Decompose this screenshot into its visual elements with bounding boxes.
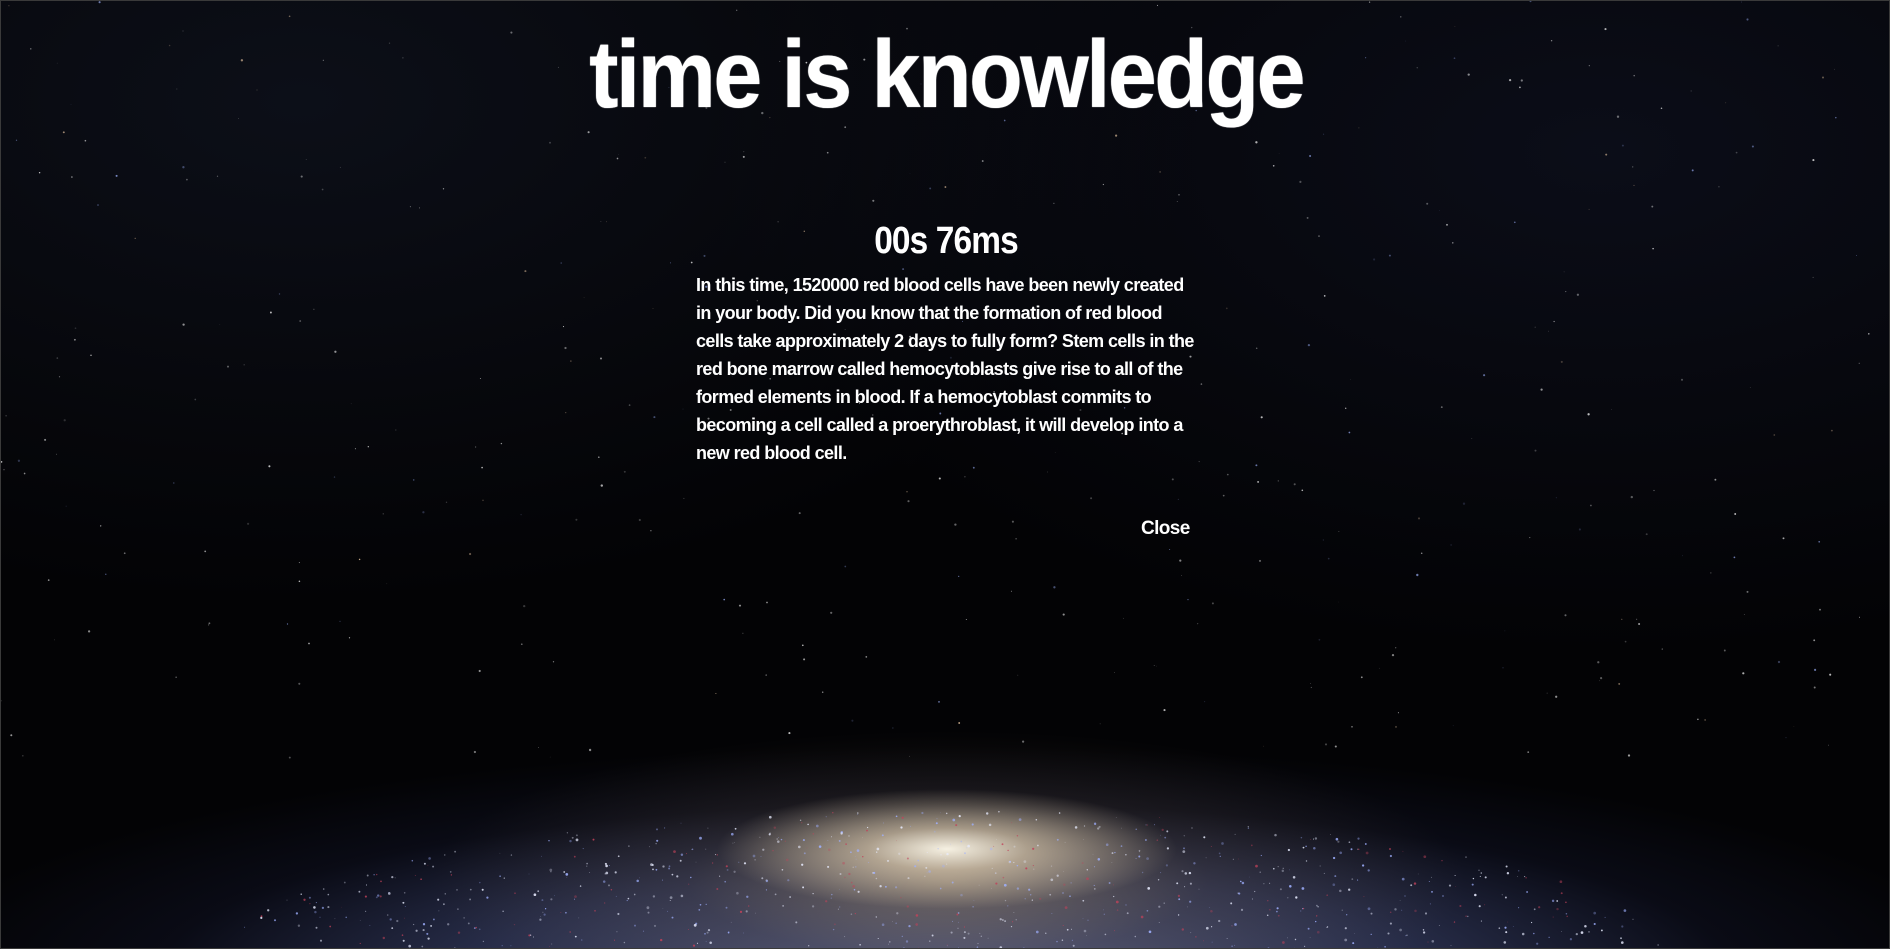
close-button[interactable]: Close — [1141, 517, 1190, 541]
page-title: time is knowledge — [589, 21, 1306, 128]
fact-text: In this time, 1520000 red blood cells ha… — [696, 275, 1194, 463]
page-root: time is knowledge 00s 76ms In this time,… — [0, 0, 1890, 949]
elapsed-timer: 00s 76ms — [874, 220, 1018, 262]
starfield-background — [1, 1, 1870, 948]
